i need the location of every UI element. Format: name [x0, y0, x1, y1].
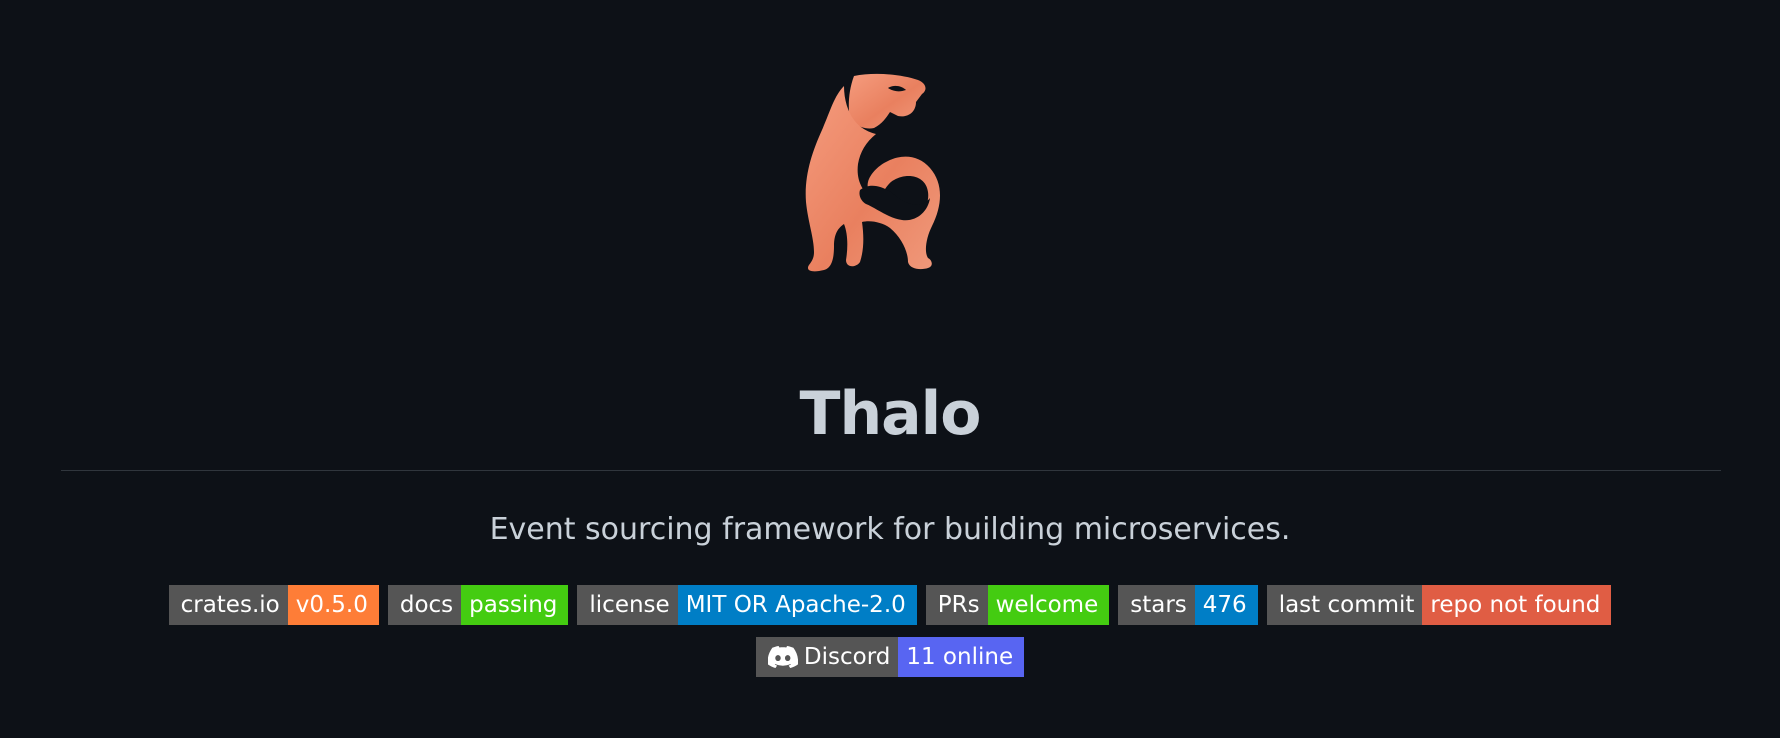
- badge-row: Discord 11 online: [0, 637, 1780, 677]
- badge-label: last commit: [1266, 585, 1423, 625]
- badge-message: welcome: [987, 585, 1110, 625]
- badge-label: Discord: [755, 637, 899, 677]
- badge-row: crates.io v0.5.0 docs passing license MI…: [0, 585, 1780, 625]
- badge-label: crates.io: [168, 585, 288, 625]
- readme-page: Thalo Event sourcing framework for build…: [0, 0, 1780, 738]
- badge-label: stars: [1118, 585, 1195, 625]
- badge-label: docs: [387, 585, 462, 625]
- page-title: Thalo: [799, 379, 982, 449]
- docs-badge[interactable]: docs passing: [387, 585, 569, 625]
- discord-icon: [767, 646, 798, 668]
- badge-label-text: Discord: [803, 644, 891, 670]
- title-divider: [61, 470, 1721, 471]
- project-description: Event sourcing framework for building mi…: [489, 512, 1291, 547]
- prs-badge[interactable]: PRs welcome: [925, 585, 1110, 625]
- badge-message: v0.5.0: [287, 585, 379, 625]
- badge-message: MIT OR Apache-2.0: [677, 585, 917, 625]
- badge-message: repo not found: [1422, 585, 1612, 625]
- last-commit-badge[interactable]: last commit repo not found: [1266, 585, 1612, 625]
- license-badge[interactable]: license MIT OR Apache-2.0: [577, 585, 917, 625]
- badge-label: license: [577, 585, 678, 625]
- discord-badge[interactable]: Discord 11 online: [755, 637, 1025, 677]
- crates-io-badge[interactable]: crates.io v0.5.0: [168, 585, 379, 625]
- badge-message: 11 online: [898, 637, 1025, 677]
- stars-badge[interactable]: stars 476: [1118, 585, 1258, 625]
- badge-label: PRs: [925, 585, 988, 625]
- thalo-cat-logo-icon: [805, 73, 940, 272]
- badge-message: 476: [1194, 585, 1258, 625]
- badge-message: passing: [461, 585, 569, 625]
